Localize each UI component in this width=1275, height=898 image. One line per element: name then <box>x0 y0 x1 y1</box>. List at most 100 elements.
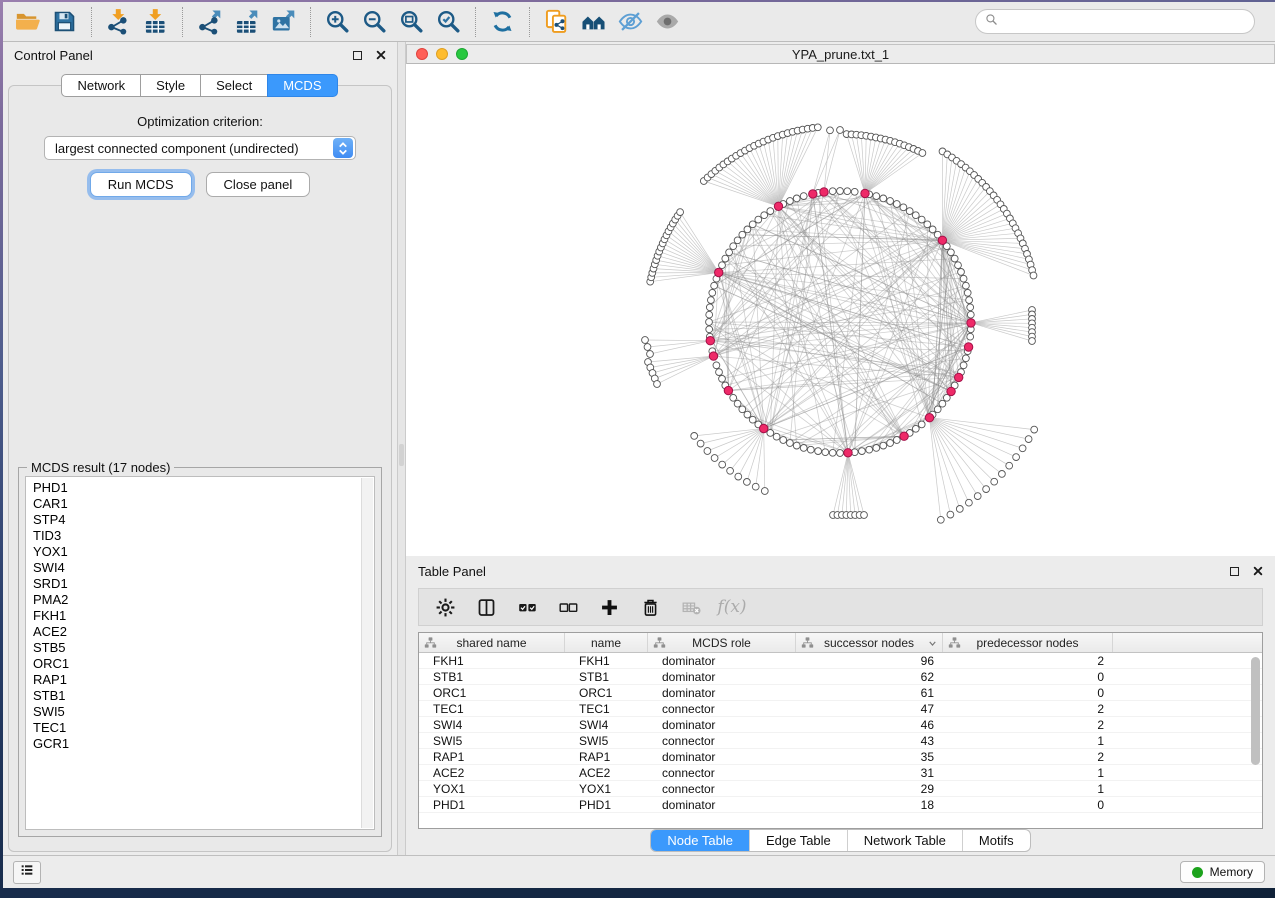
table-row[interactable]: ACE2ACE2connector311 <box>419 765 1262 781</box>
tab-motifs[interactable]: Motifs <box>962 830 1030 851</box>
column-header-shared-name[interactable]: shared name <box>419 633 565 652</box>
table-cell: dominator <box>648 685 796 700</box>
column-header-name[interactable]: name <box>565 633 648 652</box>
run-mcds-button[interactable]: Run MCDS <box>90 172 192 197</box>
table-row[interactable]: PHD1PHD1dominator180 <box>419 797 1262 813</box>
column-header-predecessor-nodes[interactable]: predecessor nodes <box>943 633 1113 652</box>
tab-style[interactable]: Style <box>140 74 201 97</box>
column-header-successor-nodes[interactable]: successor nodes <box>796 633 943 652</box>
select-all-rows-button[interactable] <box>515 595 539 619</box>
close-table-panel-icon[interactable] <box>1253 566 1263 576</box>
table-row[interactable]: STB1STB1dominator620 <box>419 669 1262 685</box>
shared-column-icon <box>424 636 437 649</box>
zoom-in-button[interactable] <box>319 5 356 39</box>
apply-preferred-layout-button[interactable] <box>484 5 521 39</box>
table-settings-gear-button[interactable] <box>433 595 457 619</box>
table-row[interactable]: ORC1ORC1dominator610 <box>419 685 1262 701</box>
table-row[interactable]: RAP1RAP1dominator352 <box>419 749 1262 765</box>
mcds-result-item[interactable]: TEC1 <box>33 720 374 736</box>
mcds-result-item[interactable]: STB5 <box>33 640 374 656</box>
hide-selected-button[interactable] <box>612 5 649 39</box>
table-cell: 35 <box>796 749 943 764</box>
search-input[interactable] <box>1004 15 1245 29</box>
table-row[interactable]: TEC1TEC1connector472 <box>419 701 1262 717</box>
splitter-handle[interactable] <box>399 444 404 466</box>
mcds-result-item[interactable]: YOX1 <box>33 544 374 560</box>
float-table-panel-icon[interactable] <box>1230 567 1239 576</box>
mcds-result-item[interactable]: SWI4 <box>33 560 374 576</box>
table-cell: connector <box>648 781 796 796</box>
tab-mcds[interactable]: MCDS <box>267 74 337 97</box>
close-panel-button[interactable]: Close panel <box>206 172 311 197</box>
mcds-result-item[interactable]: TID3 <box>33 528 374 544</box>
network-window-titlebar: YPA_prune.txt_1 <box>406 44 1275 64</box>
table-row[interactable]: FKH1FKH1dominator962 <box>419 653 1262 669</box>
save-session-button[interactable] <box>46 5 83 39</box>
tab-network-table[interactable]: Network Table <box>847 830 962 851</box>
export-table-button[interactable] <box>228 5 265 39</box>
import-table-from-file-button[interactable] <box>137 5 174 39</box>
network-canvas[interactable] <box>406 64 1275 556</box>
mcds-result-item[interactable]: ORC1 <box>33 656 374 672</box>
mcds-result-item[interactable]: PHD1 <box>33 480 374 496</box>
network-graph[interactable] <box>406 64 1275 556</box>
tab-edge-table[interactable]: Edge Table <box>749 830 847 851</box>
float-panel-icon[interactable] <box>353 51 362 60</box>
table-row[interactable]: SWI5SWI5connector431 <box>419 733 1262 749</box>
optimization-criterion-select[interactable]: largest connected component (undirected) <box>44 136 356 160</box>
function-icon: f(x) <box>717 597 746 617</box>
zoom-selected-button[interactable] <box>430 5 467 39</box>
table-row[interactable]: SWI4SWI4dominator462 <box>419 717 1262 733</box>
memory-button[interactable]: Memory <box>1180 861 1265 883</box>
create-column-button[interactable] <box>597 595 621 619</box>
table-cell: ORC1 <box>565 685 648 700</box>
table-cell: connector <box>648 765 796 780</box>
table-header-row: shared namenameMCDS rolesuccessor nodesp… <box>419 633 1262 653</box>
table-panel-header: Table Panel <box>406 556 1275 586</box>
sort-desc-icon <box>927 638 938 649</box>
first-neighbors-button[interactable] <box>575 5 612 39</box>
mcds-result-item[interactable]: SRD1 <box>33 576 374 592</box>
zoom-out-button[interactable] <box>356 5 393 39</box>
mcds-list-scrollbar[interactable] <box>361 478 373 828</box>
mcds-result-list[interactable]: PHD1CAR1STP4TID3YOX1SWI4SRD1PMA2FKH1ACE2… <box>25 476 375 830</box>
open-folder-button[interactable] <box>9 5 46 39</box>
tab-network[interactable]: Network <box>61 74 141 97</box>
mcds-result-item[interactable]: STP4 <box>33 512 374 528</box>
delete-table-button[interactable] <box>679 595 703 619</box>
table-row[interactable]: YOX1YOX1connector291 <box>419 781 1262 797</box>
window-zoom-button[interactable] <box>456 48 468 60</box>
show-all-button[interactable] <box>649 5 686 39</box>
table-scrollbar[interactable] <box>1251 657 1260 765</box>
mcds-result-item[interactable]: FKH1 <box>33 608 374 624</box>
menu-list-button[interactable] <box>13 861 41 884</box>
mcds-result-item[interactable]: ACE2 <box>33 624 374 640</box>
mcds-result-item[interactable]: STB1 <box>33 688 374 704</box>
table-cell: YOX1 <box>565 781 648 796</box>
column-header-MCDS-role[interactable]: MCDS role <box>648 633 796 652</box>
zoom-fit-content-button[interactable] <box>393 5 430 39</box>
optimization-criterion-label: Optimization criterion: <box>9 114 391 129</box>
deselect-all-rows-button[interactable] <box>556 595 580 619</box>
delete-column-button[interactable] <box>638 595 662 619</box>
close-panel-icon[interactable] <box>376 50 386 60</box>
shared-column-icon <box>948 636 961 649</box>
tab-select[interactable]: Select <box>200 74 268 97</box>
mcds-result-item[interactable]: SWI5 <box>33 704 374 720</box>
mcds-result-item[interactable]: PMA2 <box>33 592 374 608</box>
table-cell: SWI4 <box>419 717 565 732</box>
table-cell: 0 <box>943 685 1113 700</box>
toggle-column-display-button[interactable] <box>474 595 498 619</box>
panel-splitter[interactable] <box>397 42 406 855</box>
window-close-button[interactable] <box>416 48 428 60</box>
export-network-button[interactable] <box>191 5 228 39</box>
tab-node-table[interactable]: Node Table <box>651 830 749 851</box>
mcds-result-item[interactable]: GCR1 <box>33 736 374 752</box>
mcds-result-item[interactable]: RAP1 <box>33 672 374 688</box>
export-image-button[interactable] <box>265 5 302 39</box>
function-builder-button[interactable]: f(x) <box>720 595 744 619</box>
import-network-from-file-button[interactable] <box>100 5 137 39</box>
new-network-from-selection-button[interactable] <box>538 5 575 39</box>
mcds-result-item[interactable]: CAR1 <box>33 496 374 512</box>
window-minimize-button[interactable] <box>436 48 448 60</box>
